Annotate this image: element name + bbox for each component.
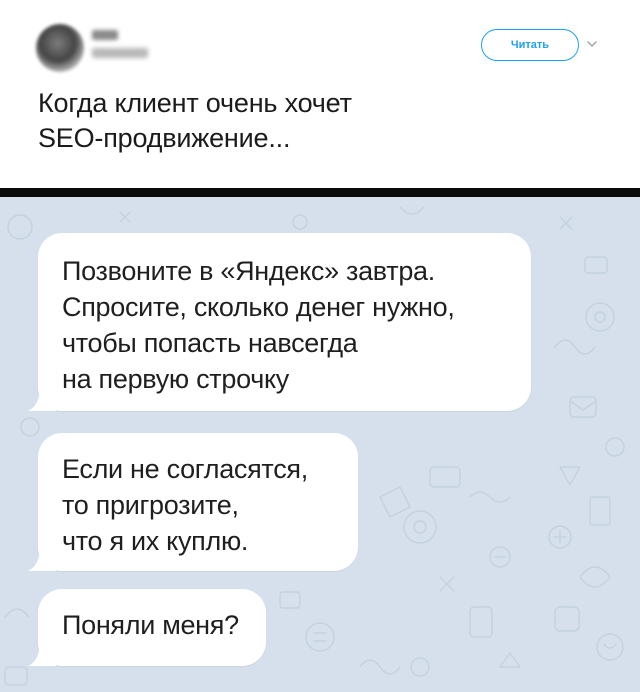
chat-background: Позвоните в «Яндекс» завтра. Спросите, с… (0, 197, 640, 692)
tweet-text-line: Когда клиент очень хочет (38, 88, 352, 118)
follow-button[interactable]: Читать (481, 29, 579, 61)
bubble-tail (28, 547, 56, 571)
message-bubble: Поняли меня? (38, 589, 266, 666)
message-line: Поняли меня? (62, 610, 239, 640)
message-line: что я их куплю. (62, 526, 249, 556)
message-bubble: Позвоните в «Яндекс» завтра. Спросите, с… (38, 233, 531, 411)
user-name-blurred[interactable] (92, 30, 118, 40)
bubble-tail (28, 387, 56, 411)
message-line: Позвоните в «Яндекс» завтра. (62, 256, 435, 286)
chevron-down-icon[interactable] (585, 37, 599, 51)
message-line: чтобы попасть навсегда (62, 328, 358, 358)
user-handle-blurred (92, 48, 148, 58)
message-line: то пригрозите, (62, 490, 239, 520)
message-bubble: Если не согласятся, то пригрозите, что я… (38, 433, 358, 571)
message-line: Если не согласятся, (62, 454, 308, 484)
message-line: на первую строчку (62, 364, 289, 394)
bubble-tail (28, 642, 56, 666)
message-line: Спросите, сколько денег нужно, (62, 292, 455, 322)
avatar[interactable] (36, 24, 84, 72)
tweet-card: Читать Когда клиент очень хочет SEO-прод… (0, 0, 640, 188)
follow-button-label: Читать (510, 39, 550, 51)
tweet-text-line: SEO-продвижение... (38, 123, 291, 153)
tweet-text: Когда клиент очень хочет SEO-продвижение… (38, 86, 598, 156)
divider (0, 188, 640, 197)
